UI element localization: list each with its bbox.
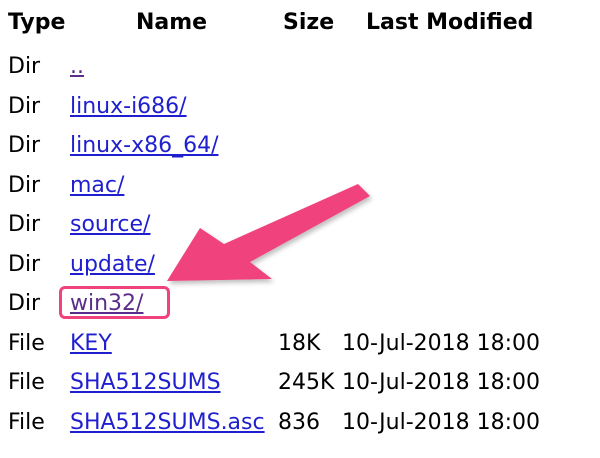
row-type: Dir [8,133,41,158]
row-type: File [8,331,45,356]
table-row: Dir linux-i686/ [0,85,600,125]
column-header-type: Type [8,10,66,35]
row-type: Dir [8,252,41,277]
sha512sums-link[interactable]: SHA512SUMS [70,369,221,397]
table-row: Dir source/ [0,203,600,243]
row-size: 836 [278,410,320,435]
source-link[interactable]: source/ [70,211,150,239]
column-header-name: Name [136,10,208,35]
linux-i686-link[interactable]: linux-i686/ [70,93,187,121]
table-row: Dir .. [0,45,600,85]
row-size: 18K [278,331,321,356]
row-last-modified: 10-Jul-2018 18:00 [342,370,541,395]
parent-directory-link[interactable]: .. [70,53,84,81]
table-row: File SHA512SUMS.asc 836 10-Jul-2018 18:0… [0,401,600,441]
mac-link[interactable]: mac/ [70,172,124,200]
row-type: Dir [8,291,41,316]
sha512sums-asc-link[interactable]: SHA512SUMS.asc [70,409,265,437]
row-type: File [8,370,45,395]
table-row: Dir update/ [0,243,600,283]
table-row: Dir win32/ [0,282,600,322]
table-row: Dir mac/ [0,164,600,204]
row-type: Dir [8,212,41,237]
key-file-link[interactable]: KEY [70,330,112,358]
row-last-modified: 10-Jul-2018 18:00 [342,410,541,435]
row-type: Dir [8,54,41,79]
update-link[interactable]: update/ [70,251,155,279]
linux-x86-64-link[interactable]: linux-x86_64/ [70,132,219,160]
win32-link[interactable]: win32/ [70,290,143,318]
row-size: 245K [278,370,335,395]
row-type: File [8,410,45,435]
row-last-modified: 10-Jul-2018 18:00 [342,331,541,356]
table-row: Dir linux-x86_64/ [0,124,600,164]
column-header-size: Size [283,10,335,35]
column-header-last-modified: Last Modified [366,10,534,35]
row-type: Dir [8,173,41,198]
table-row: File SHA512SUMS 245K 10-Jul-2018 18:00 [0,361,600,401]
table-row: File KEY 18K 10-Jul-2018 18:00 [0,322,600,362]
row-type: Dir [8,94,41,119]
